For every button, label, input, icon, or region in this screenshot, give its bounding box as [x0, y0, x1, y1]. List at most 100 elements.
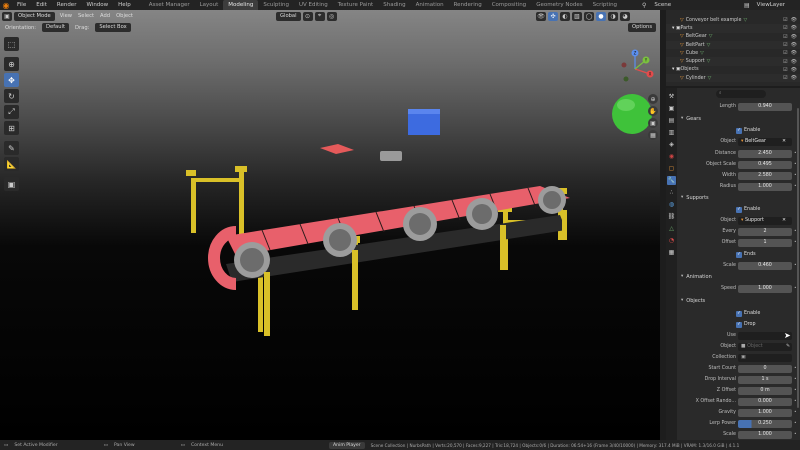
clear-icon[interactable]: ✕ [782, 138, 786, 146]
object-tab-icon[interactable]: ▢ [667, 164, 676, 173]
move-icon[interactable]: ✥ [4, 73, 19, 87]
eye-icon[interactable]: 👁 [791, 75, 797, 81]
properties-search-input[interactable]: ⌕ [716, 90, 766, 98]
pan-hand-icon[interactable]: ✋ [648, 106, 658, 116]
solid-shading-icon[interactable]: ● [596, 11, 606, 21]
world-tab-icon[interactable]: ◉ [667, 152, 676, 161]
ends-checkbox[interactable]: ✓ Ends [736, 251, 756, 258]
objects-field-value[interactable]: 0.250 [738, 419, 792, 428]
wireframe-shading-icon[interactable]: ◯ [584, 11, 594, 21]
include-checkbox-icon[interactable]: ☑ [783, 75, 787, 81]
proportional-edit-icon[interactable]: ◎ [326, 11, 337, 21]
menu-render[interactable]: Render [52, 0, 82, 10]
blender-logo-icon[interactable]: ◉ [0, 0, 12, 10]
snap-icon[interactable]: ⌖ [314, 11, 325, 21]
tab-scripting[interactable]: Scripting [588, 0, 622, 10]
objects-field-value[interactable]: 1.000 [738, 408, 792, 417]
mode-selector[interactable]: Object Mode [14, 11, 55, 21]
gears-field-value[interactable]: 2.450 [738, 149, 792, 158]
menu-file[interactable]: File [12, 0, 31, 10]
small-gear-object[interactable] [380, 151, 402, 161]
data-tab-icon[interactable]: △ [667, 224, 676, 233]
objects-enable-checkbox[interactable]: ✓ Enable [736, 310, 760, 317]
objects-field-value[interactable]: 1 s [738, 375, 792, 384]
texture-tab-icon[interactable]: ▦ [667, 248, 676, 257]
3d-viewport[interactable]: ▣ Object Mode View Select Add Object Global… [0, 10, 660, 440]
drop-checkbox[interactable]: ✓ Drop [736, 321, 756, 328]
tab-sculpting[interactable]: Sculpting [258, 0, 294, 10]
outliner-object-row[interactable]: ▽ Conveyor belt example ▽ ☑ 👁 [666, 16, 800, 24]
supports-enable-checkbox[interactable]: ✓ Enable [736, 206, 760, 213]
keyframe-dot-icon[interactable]: • [794, 410, 797, 415]
outliner-object-row[interactable]: ▽ BeltPart ▽ ☑ 👁 [666, 40, 800, 50]
viewport-menu-select[interactable]: Select [75, 13, 97, 19]
gears-object-field[interactable]: ▾ BeltGear ✕ [738, 137, 792, 146]
view-layer-tab-icon[interactable]: ▥ [667, 128, 676, 137]
clear-icon[interactable]: ✕ [782, 217, 786, 225]
scene-selector[interactable]: ⚲ Scene [642, 0, 676, 10]
scale-icon[interactable]: ⤢ [4, 105, 19, 119]
outliner-object-row[interactable]: ▽ Support ▽ ☑ 👁 [666, 57, 800, 66]
physics-tab-icon[interactable]: ◍ [667, 200, 676, 209]
camera-view-icon[interactable]: ▣ [648, 118, 658, 128]
outliner-collection-row[interactable]: ▾ ▣ Objects ☑ 👁 [666, 66, 800, 74]
objects-object-field[interactable]: ■ Object ✎ [738, 342, 792, 351]
annotate-icon[interactable]: ✎ [4, 141, 19, 155]
material-shading-icon[interactable]: ◑ [608, 11, 618, 21]
outliner-object-row[interactable]: ▽ Cube ▽ ☑ 👁 [666, 49, 800, 57]
properties-scrollbar[interactable] [797, 108, 799, 408]
length-field[interactable]: 0.940 [738, 102, 792, 111]
offset-field[interactable]: 1 [738, 238, 792, 247]
tab-texture-paint[interactable]: Texture Paint [333, 0, 379, 10]
tab-animation[interactable]: Animation [411, 0, 449, 10]
overlays-icon[interactable]: ◐ [560, 11, 570, 21]
pivot-icon[interactable]: ⊙ [302, 11, 313, 21]
gizmo-neg-x[interactable] [621, 62, 627, 68]
include-checkbox-icon[interactable]: ☑ [783, 17, 787, 23]
outliner-object-row[interactable]: ▽ Cylinder ▽ ☑ 👁 [666, 74, 800, 83]
tab-asset-manager[interactable]: Asset Manager [144, 0, 195, 10]
animation-section-header[interactable]: ▾ Animation [678, 272, 800, 281]
supports-section-header[interactable]: ▾ Supports [678, 193, 800, 202]
tab-compositing[interactable]: Compositing [487, 0, 531, 10]
objects-field-value[interactable]: 0 [738, 364, 792, 373]
tool-tab-icon[interactable]: ⚒ [667, 92, 676, 101]
drag-select[interactable]: Select Box [95, 23, 131, 32]
eye-icon[interactable]: 👁 [791, 25, 797, 31]
viewport-menu-view[interactable]: View [57, 13, 75, 19]
measure-icon[interactable]: 📐 [4, 157, 19, 171]
orientation-select[interactable]: Default [42, 23, 70, 32]
output-tab-icon[interactable]: ▤ [667, 116, 676, 125]
options-button[interactable]: Options [628, 23, 657, 32]
objects-field-value[interactable]: 0 m [738, 386, 792, 395]
gears-section-header[interactable]: ▾ Gears [678, 114, 800, 123]
gizmo-toggle-icon[interactable]: ✣ [548, 11, 558, 21]
navigation-gizmo[interactable]: Z X Y [614, 48, 656, 90]
visibility-icon[interactable]: 👁 [536, 11, 546, 21]
zoom-icon[interactable]: ⊕ [648, 94, 658, 104]
modifier-tab-icon[interactable]: 🔧 [667, 176, 676, 185]
view-layer-selector[interactable]: ▤ ViewLayer [744, 0, 790, 10]
red-plate-object[interactable] [320, 144, 354, 154]
viewport-menu-object[interactable]: Object [113, 13, 136, 19]
menu-edit[interactable]: Edit [31, 0, 52, 10]
scene-tab-icon[interactable]: ◈ [667, 140, 676, 149]
gears-field-value[interactable]: 1.000 [738, 182, 792, 191]
tab-layout[interactable]: Layout [195, 0, 224, 10]
tab-rendering[interactable]: Rendering [449, 0, 487, 10]
material-tab-icon[interactable]: ◔ [667, 236, 676, 245]
tab-geometry-nodes[interactable]: Geometry Nodes [531, 0, 587, 10]
outliner-object-row[interactable]: ▽ BeltGear ▽ ☑ 👁 [666, 33, 800, 41]
perspective-toggle-icon[interactable]: ▦ [648, 130, 658, 140]
eye-icon[interactable]: 👁 [791, 50, 797, 56]
objects-field-value[interactable]: 1.000 [738, 430, 792, 439]
objects-field-value[interactable]: 0.000 [738, 397, 792, 406]
gears-field-value[interactable]: 2.580 [738, 171, 792, 180]
include-checkbox-icon[interactable]: ☑ [783, 50, 787, 56]
cursor-icon[interactable]: ⊕ [4, 57, 19, 71]
collection-field[interactable]: ▣ [738, 353, 792, 362]
supports-scale-field[interactable]: 0.460 [738, 261, 792, 270]
every-field[interactable]: 2 [738, 227, 792, 236]
gizmo-neg-y[interactable] [623, 76, 629, 82]
eye-icon[interactable]: 👁 [791, 34, 797, 40]
